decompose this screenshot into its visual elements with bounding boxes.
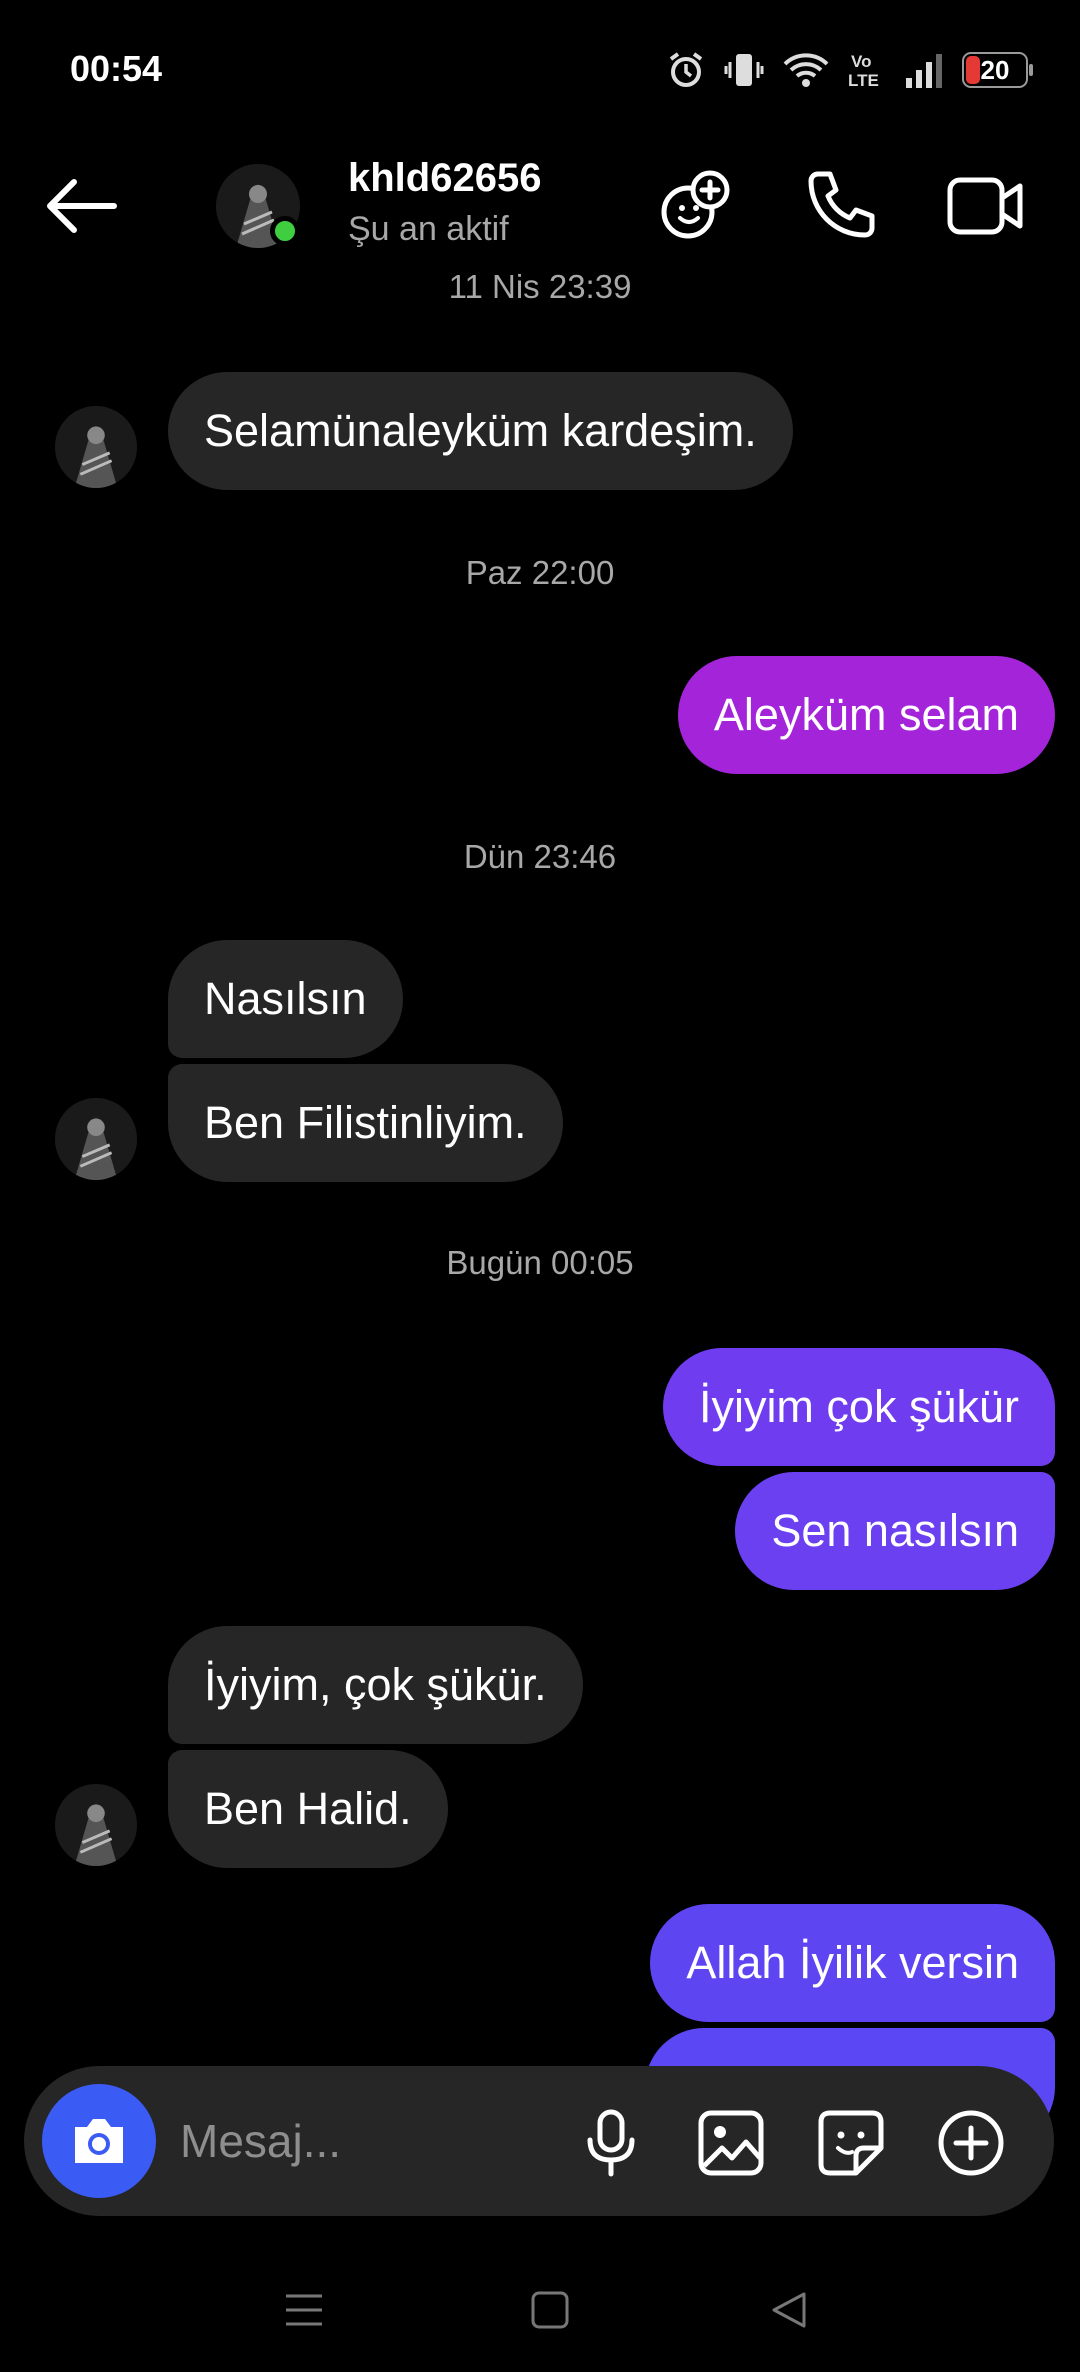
outgoing-message[interactable]: Allah İyilik versin bbox=[650, 1904, 1055, 2022]
recent-apps-icon[interactable] bbox=[284, 2290, 324, 2330]
sender-avatar[interactable] bbox=[55, 406, 137, 488]
signal-icon bbox=[906, 54, 942, 88]
volte-icon: VoLTE bbox=[848, 52, 879, 90]
effects-icon[interactable] bbox=[656, 166, 736, 246]
message-composer: Mesaj... bbox=[24, 2066, 1054, 2216]
active-status: Şu an aktif bbox=[348, 210, 509, 248]
video-icon[interactable] bbox=[946, 166, 1026, 246]
sticker-icon[interactable] bbox=[816, 2108, 886, 2178]
outgoing-message[interactable]: İyiyim çok şükür bbox=[662, 1348, 1055, 1466]
battery-indicator: 20 bbox=[962, 52, 1033, 88]
camera-icon bbox=[75, 2119, 123, 2163]
vibrate-icon bbox=[724, 54, 764, 86]
incoming-message[interactable]: Nasılsın bbox=[168, 940, 403, 1058]
svg-text:LTE: LTE bbox=[848, 71, 879, 90]
back-arrow-icon[interactable] bbox=[44, 176, 118, 236]
outgoing-message[interactable]: Sen nasılsın bbox=[735, 1472, 1055, 1590]
plus-icon[interactable] bbox=[936, 2108, 1006, 2178]
camera-button[interactable] bbox=[42, 2084, 156, 2198]
incoming-message[interactable]: Ben Filistinliyim. bbox=[168, 1064, 563, 1182]
incoming-message[interactable]: Ben Halid. bbox=[168, 1750, 448, 1868]
chat-header: khld62656 Şu an aktif bbox=[0, 140, 1080, 270]
online-indicator bbox=[270, 216, 300, 246]
alarm-icon bbox=[669, 52, 703, 87]
status-icons: Vo LTE 20 bbox=[666, 50, 1033, 90]
timestamp: 11 Nis 23:39 bbox=[448, 268, 632, 305]
status-bar: 00:54 Vo LTE 20 bbox=[0, 0, 1080, 140]
outgoing-message[interactable]: Aleyküm selam bbox=[677, 656, 1055, 774]
status-time: 00:54 bbox=[70, 48, 163, 89]
incoming-message[interactable]: İyiyim, çok şükür. bbox=[168, 1626, 583, 1744]
back-nav-icon[interactable] bbox=[770, 2290, 810, 2330]
svg-text:Vo: Vo bbox=[851, 52, 871, 71]
timestamp: Bugün 00:05 bbox=[446, 1244, 634, 1281]
timestamp: Paz 22:00 bbox=[465, 554, 615, 591]
phone-icon[interactable] bbox=[800, 166, 880, 246]
timestamp: Dün 23:46 bbox=[463, 838, 617, 875]
sender-avatar[interactable] bbox=[55, 1098, 137, 1180]
wifi-icon bbox=[783, 53, 829, 87]
home-icon[interactable] bbox=[530, 2290, 570, 2330]
microphone-icon[interactable] bbox=[576, 2108, 646, 2178]
gallery-icon[interactable] bbox=[696, 2108, 766, 2178]
message-input[interactable]: Mesaj... bbox=[180, 2114, 341, 2168]
sender-avatar[interactable] bbox=[55, 1784, 137, 1866]
chat-username[interactable]: khld62656 bbox=[348, 156, 541, 201]
battery-level: 20 bbox=[980, 55, 1010, 85]
system-navigation-bar bbox=[0, 2250, 1080, 2372]
incoming-message[interactable]: Selamünaleyküm kardeşim. bbox=[168, 372, 793, 490]
